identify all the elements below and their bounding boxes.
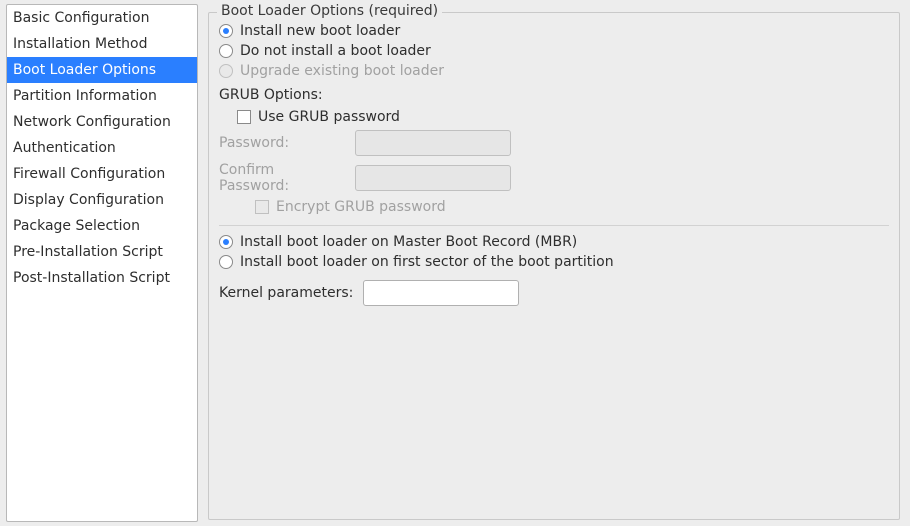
checkbox-encrypt-grub-password: Encrypt GRUB password [219,197,889,217]
checkbox-use-grub-password-label: Use GRUB password [258,109,400,125]
confirm-password-label: Confirm Password: [219,162,345,194]
kernel-parameters-input[interactable] [363,280,519,306]
radio-location-mbr[interactable]: Install boot loader on Master Boot Recor… [219,232,889,252]
group-title: Boot Loader Options (required) [217,3,442,19]
radio-install-new-label: Install new boot loader [240,23,400,39]
sidebar-item-post-installation-script[interactable]: Post-Installation Script [7,265,197,291]
radio-location-first-sector[interactable]: Install boot loader on first sector of t… [219,252,889,272]
password-row: Password: [219,127,889,159]
radio-install-new-input[interactable] [219,24,233,38]
radio-location-first-sector-label: Install boot loader on first sector of t… [240,254,614,270]
app-root: Basic Configuration Installation Method … [0,0,910,526]
sidebar-item-basic-configuration[interactable]: Basic Configuration [7,5,197,31]
sidebar-item-display-configuration[interactable]: Display Configuration [7,187,197,213]
boot-loader-options-group: Boot Loader Options (required) Install n… [208,12,900,520]
sidebar-item-boot-loader-options[interactable]: Boot Loader Options [7,57,197,83]
checkbox-use-grub-password[interactable]: Use GRUB password [219,107,889,127]
radio-location-first-sector-input[interactable] [219,255,233,269]
radio-install-new[interactable]: Install new boot loader [219,21,889,41]
kernel-parameters-row: Kernel parameters: [219,280,889,306]
radio-location-mbr-input[interactable] [219,235,233,249]
radio-upgrade-existing-label: Upgrade existing boot loader [240,63,444,79]
grub-options-label: GRUB Options: [219,87,889,103]
checkbox-use-grub-password-input[interactable] [237,110,251,124]
confirm-password-input [355,165,511,191]
radio-do-not-install-label: Do not install a boot loader [240,43,431,59]
confirm-password-row: Confirm Password: [219,159,889,197]
sidebar-item-firewall-configuration[interactable]: Firewall Configuration [7,161,197,187]
radio-upgrade-existing: Upgrade existing boot loader [219,61,889,81]
sidebar-item-pre-installation-script[interactable]: Pre-Installation Script [7,239,197,265]
checkbox-encrypt-grub-password-label: Encrypt GRUB password [276,199,446,215]
radio-do-not-install[interactable]: Do not install a boot loader [219,41,889,61]
sidebar-item-authentication[interactable]: Authentication [7,135,197,161]
main-panel: Boot Loader Options (required) Install n… [198,4,906,522]
sidebar-item-package-selection[interactable]: Package Selection [7,213,197,239]
radio-location-mbr-label: Install boot loader on Master Boot Recor… [240,234,577,250]
sidebar-item-network-configuration[interactable]: Network Configuration [7,109,197,135]
divider [219,225,889,226]
checkbox-encrypt-grub-password-input [255,200,269,214]
radio-do-not-install-input[interactable] [219,44,233,58]
radio-upgrade-existing-input [219,64,233,78]
sidebar-nav: Basic Configuration Installation Method … [6,4,198,522]
password-label: Password: [219,135,345,151]
kernel-parameters-label: Kernel parameters: [219,285,353,301]
sidebar-item-installation-method[interactable]: Installation Method [7,31,197,57]
sidebar-item-partition-information[interactable]: Partition Information [7,83,197,109]
password-input [355,130,511,156]
